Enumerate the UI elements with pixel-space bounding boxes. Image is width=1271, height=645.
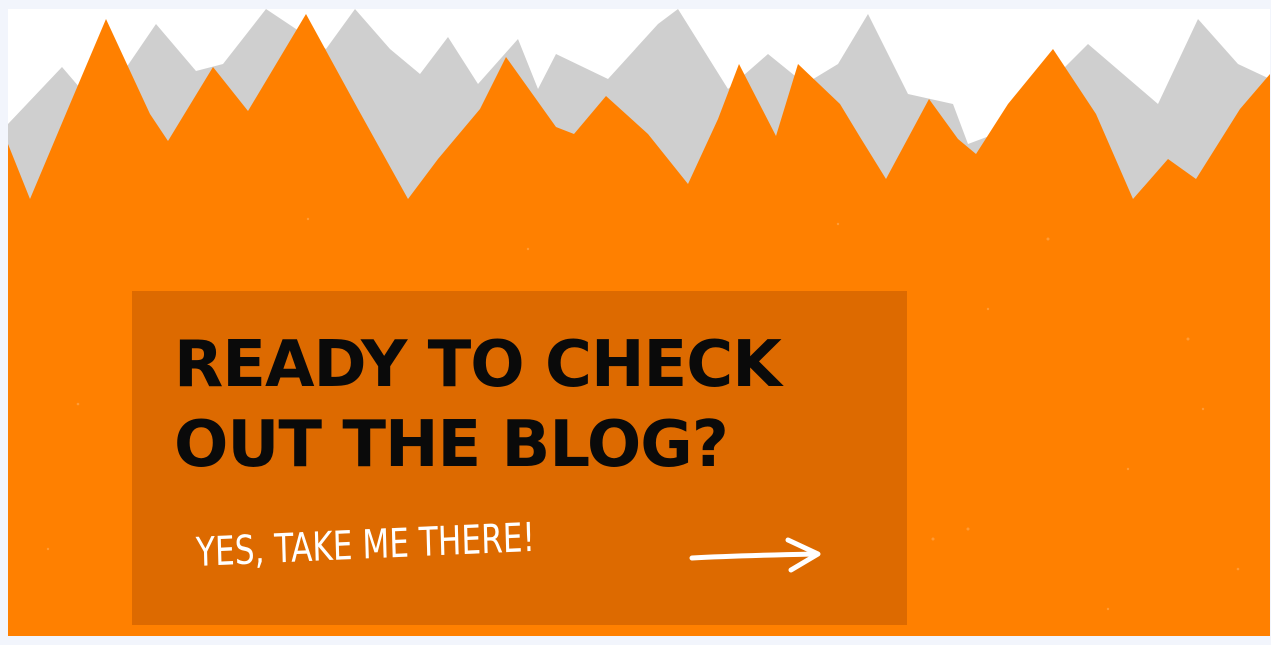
- cta-label: YES, TAKE ME THERE!: [195, 514, 536, 576]
- arrow-right-icon: [689, 537, 821, 573]
- headline: READY TO CHECK OUT THE BLOG?: [174, 325, 874, 485]
- headline-line-1: READY TO CHECK: [174, 328, 782, 402]
- cta-box[interactable]: READY TO CHECK OUT THE BLOG? YES, TAKE M…: [132, 291, 907, 625]
- take-me-there-link[interactable]: YES, TAKE ME THERE!: [195, 515, 631, 583]
- blog-cta-banner[interactable]: READY TO CHECK OUT THE BLOG? YES, TAKE M…: [8, 9, 1270, 636]
- headline-line-2: OUT THE BLOG?: [174, 408, 729, 482]
